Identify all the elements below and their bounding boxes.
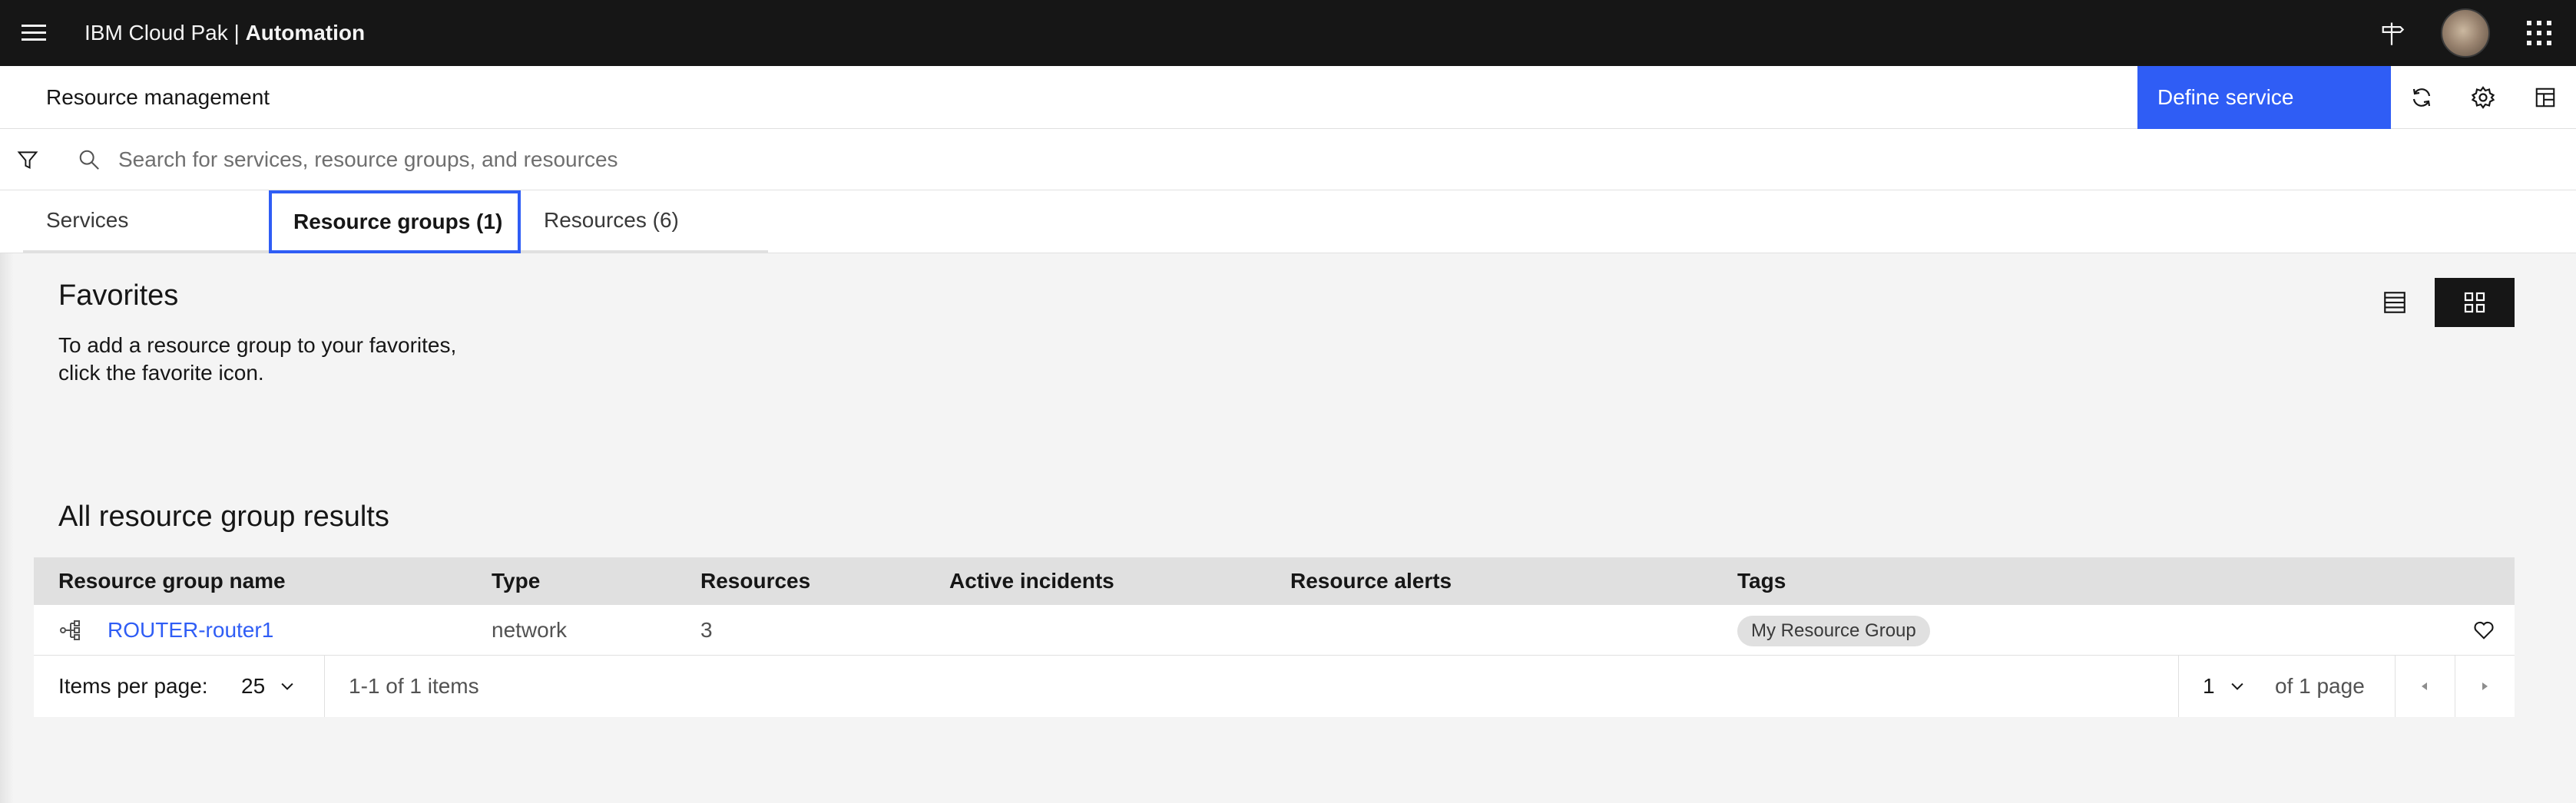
column-header[interactable]: Tags — [1737, 557, 1786, 605]
left-edge-shade — [0, 253, 14, 803]
chevron-down-icon — [281, 682, 293, 690]
resource-group-table: Resource group name Type Resources Activ… — [34, 557, 2515, 717]
column-header[interactable]: Resource group name — [58, 557, 286, 605]
type-cell: network — [492, 618, 568, 642]
favorites-description-line: To add a resource group to your favorite… — [58, 333, 457, 357]
search-bar — [0, 129, 2576, 190]
brand-product: Automation — [245, 21, 366, 45]
items-per-page-value: 25 — [241, 674, 266, 698]
layout-icon[interactable] — [2515, 66, 2576, 129]
tab-resource-groups[interactable]: Resource groups (1) — [269, 190, 521, 253]
title-bar: Resource management Define service — [0, 66, 2576, 129]
search-icon — [71, 129, 108, 190]
refresh-icon[interactable] — [2391, 66, 2452, 129]
app-switcher-icon[interactable] — [2508, 0, 2570, 66]
next-page-icon[interactable] — [2455, 656, 2515, 717]
results-title: All resource group results — [58, 501, 389, 533]
brand-prefix: IBM Cloud Pak | — [84, 21, 246, 45]
page-total-text: of 1 page — [2275, 674, 2365, 698]
tab-label: Services — [46, 208, 129, 232]
page-select[interactable]: 1 — [2203, 656, 2246, 717]
search-input[interactable] — [118, 137, 2499, 183]
column-header[interactable]: Resource alerts — [1290, 557, 1452, 605]
top-header: IBM Cloud Pak | Automation — [0, 0, 2576, 66]
filter-icon[interactable] — [0, 129, 55, 190]
favorite-heart-icon[interactable] — [2464, 605, 2504, 656]
pagination: Items per page: 25 1-1 of 1 items 1 of 1… — [34, 656, 2515, 717]
table-header: Resource group name Type Resources Activ… — [34, 557, 2515, 605]
tab-services[interactable]: Services — [23, 190, 269, 253]
menu-icon[interactable] — [17, 15, 51, 49]
resources-cell: 3 — [700, 618, 713, 642]
page-value: 1 — [2203, 674, 2215, 698]
tab-label: Resources (6) — [544, 208, 679, 232]
tab-resources[interactable]: Resources (6) — [521, 190, 768, 253]
page-title: Resource management — [46, 85, 270, 109]
define-service-button[interactable]: Define service — [2137, 66, 2391, 129]
column-header[interactable]: Type — [492, 557, 540, 605]
grid-view-icon[interactable] — [2435, 278, 2515, 327]
favorites-title: Favorites — [58, 279, 179, 312]
network-group-icon — [60, 620, 80, 640]
pager-divider — [2178, 656, 2179, 717]
signpost-icon[interactable] — [2361, 0, 2422, 66]
previous-page-icon[interactable] — [2395, 656, 2455, 717]
table-row[interactable]: ROUTER-router1 network 3 My Resource Gro… — [34, 605, 2515, 656]
avatar[interactable] — [2435, 0, 2496, 66]
column-header[interactable]: Active incidents — [949, 557, 1114, 605]
settings-icon[interactable] — [2452, 66, 2514, 129]
items-per-page-label: Items per page: — [58, 674, 208, 698]
chevron-down-icon — [2230, 682, 2243, 690]
list-view-icon[interactable] — [2355, 278, 2435, 327]
favorites-description: To add a resource group to your favorite… — [58, 332, 488, 387]
brand-title[interactable]: IBM Cloud Pak | Automation — [84, 0, 365, 66]
favorites-description-line: click the favorite icon. — [58, 361, 264, 385]
tab-label: Resource groups (1) — [293, 210, 503, 233]
tag-badge[interactable]: My Resource Group — [1737, 616, 1930, 646]
resource-group-link[interactable]: ROUTER-router1 — [108, 605, 273, 656]
column-header[interactable]: Resources — [700, 557, 810, 605]
items-range-text: 1-1 of 1 items — [349, 674, 479, 698]
tab-bar: Services Resource groups (1) Resources (… — [0, 190, 2576, 253]
pager-divider — [324, 656, 325, 717]
items-per-page-select[interactable]: 25 — [241, 656, 296, 717]
